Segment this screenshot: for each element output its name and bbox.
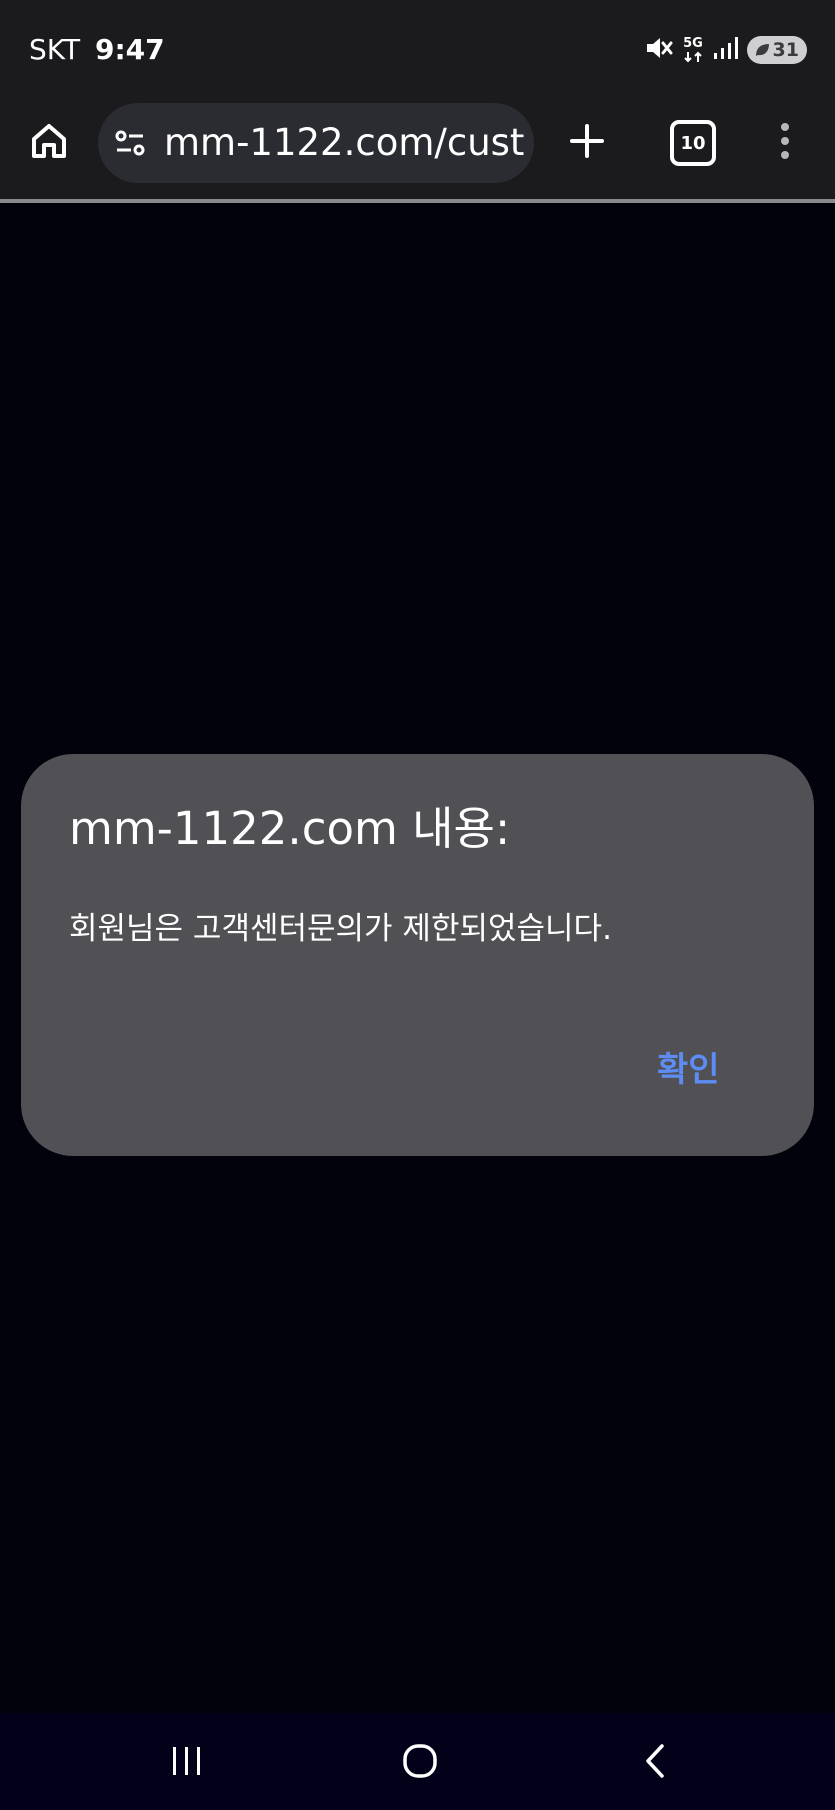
browser-toolbar: mm-1122.com/customer 10 — [0, 98, 835, 201]
network-type-label: 5G — [683, 36, 703, 51]
site-settings-icon[interactable] — [114, 127, 146, 159]
back-icon — [640, 1742, 670, 1784]
tab-switcher-icon[interactable]: 10 — [670, 120, 716, 166]
home-nav-button[interactable] — [395, 1741, 445, 1785]
status-bar: SKT 9:47 5G 31 — [0, 0, 835, 98]
mute-icon — [643, 33, 673, 67]
battery-indicator: 31 — [747, 36, 807, 64]
clock: 9:47 — [94, 33, 165, 66]
back-button[interactable] — [630, 1741, 680, 1785]
dialog-title: mm-1122.com 내용: — [69, 802, 511, 855]
status-left: SKT 9:47 — [29, 34, 165, 66]
dialog-message: 회원님은 고객센터문의가 제한되었습니다. — [69, 911, 612, 947]
more-menu-button[interactable] — [770, 120, 800, 166]
carrier-label: SKT — [29, 33, 81, 66]
tab-count: 10 — [680, 132, 706, 154]
recent-apps-icon — [169, 1744, 205, 1782]
battery-level: 31 — [772, 39, 799, 61]
status-right: 5G 31 — [643, 32, 807, 68]
url-text[interactable]: mm-1122.com/customer — [164, 121, 524, 165]
more-vert-icon — [779, 121, 791, 165]
home-icon — [29, 121, 69, 165]
home-button[interactable] — [26, 120, 72, 166]
recent-apps-button[interactable] — [162, 1741, 212, 1785]
ok-button[interactable]: 확인 — [657, 1048, 720, 1092]
signal-icon — [713, 35, 739, 65]
new-tab-button[interactable] — [564, 120, 610, 166]
url-bar[interactable]: mm-1122.com/customer — [98, 103, 534, 183]
alert-dialog: mm-1122.com 내용: 회원님은 고객센터문의가 제한되었습니다. 확인 — [21, 754, 814, 1156]
battery-saver-icon — [753, 41, 771, 63]
plus-icon — [569, 123, 605, 163]
system-nav-bar — [0, 1713, 835, 1810]
home-circle-icon — [401, 1742, 439, 1784]
network-5g-icon: 5G — [681, 37, 705, 63]
